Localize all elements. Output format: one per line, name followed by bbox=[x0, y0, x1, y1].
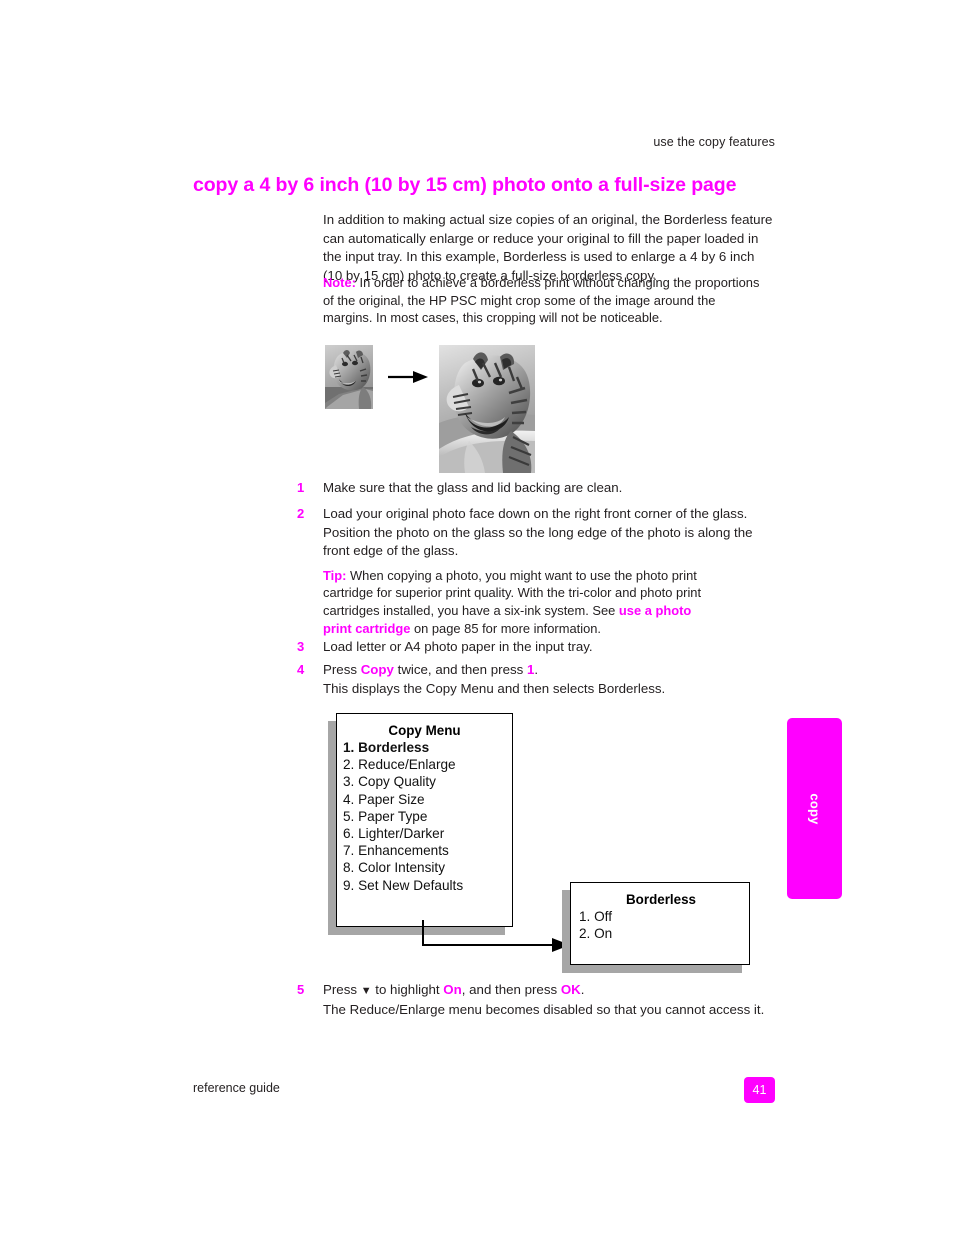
step-5-text-4: . bbox=[580, 982, 585, 997]
copy-menu-content: Copy Menu 1. Borderless 2. Reduce/Enlarg… bbox=[343, 722, 506, 894]
chapter-thumb-tab-label: copy bbox=[807, 792, 822, 825]
page-number-badge: 41 bbox=[744, 1077, 775, 1103]
step-4-text-2: twice, and then press bbox=[393, 662, 527, 677]
step-1-text: Make sure that the glass and lid backing… bbox=[323, 480, 623, 495]
down-arrow-icon: ▼ bbox=[360, 985, 372, 997]
tip-text-after-link: on page 85 for more information. bbox=[410, 620, 601, 636]
step-3-number: 3 bbox=[297, 639, 305, 654]
copy-menu-title: Copy Menu bbox=[388, 723, 461, 738]
page-title: copy a 4 by 6 inch (10 by 15 cm) photo o… bbox=[193, 174, 737, 197]
step-5-text-1: Press bbox=[323, 982, 361, 997]
tip-block: Tip: When copying a photo, you might wan… bbox=[323, 567, 723, 637]
copy-menu-item-copy-quality[interactable]: 3. Copy Quality bbox=[343, 773, 506, 790]
step-4-sub: This displays the Copy Menu and then sel… bbox=[323, 680, 666, 696]
note-text: In order to achieve a borderless print w… bbox=[323, 275, 760, 326]
step-3-text: Load letter or A4 photo paper in the inp… bbox=[323, 639, 593, 654]
step-2-text: Load your original photo face down on th… bbox=[323, 506, 753, 559]
copy-menu-item-paper-type[interactable]: 5. Paper Type bbox=[343, 808, 506, 825]
copy-button-emphasis: Copy bbox=[360, 662, 394, 677]
note-block: Note: In order to achieve a borderless p… bbox=[323, 274, 761, 327]
document-page: use the copy features copy a 4 by 6 inch… bbox=[0, 0, 954, 1235]
footer-guide-label: reference guide bbox=[193, 1081, 280, 1095]
step-1-number: 1 bbox=[297, 480, 305, 495]
step-4-body: Press Copy twice, and then press 1. This… bbox=[323, 661, 778, 698]
step-4-number: 4 bbox=[297, 662, 305, 677]
chapter-thumb-tab: copy bbox=[787, 718, 842, 899]
borderless-menu-title: Borderless bbox=[626, 892, 696, 907]
borderless-menu-box: Borderless 1. Off 2. On bbox=[570, 882, 750, 965]
borderless-item-on[interactable]: 2. On bbox=[579, 925, 743, 942]
copy-menu-item-color-intensity[interactable]: 8. Color Intensity bbox=[343, 859, 506, 876]
step-4-text-1: Press bbox=[323, 662, 361, 677]
tip-label: Tip: bbox=[323, 567, 347, 583]
step-2-body: Load your original photo face down on th… bbox=[323, 505, 778, 637]
step-4-text-3: . bbox=[534, 662, 539, 677]
copy-menu-item-set-new-defaults[interactable]: 9. Set New Defaults bbox=[343, 877, 506, 894]
copy-menu-item-borderless[interactable]: 1. Borderless bbox=[343, 739, 506, 756]
copy-menu-item-lighter-darker[interactable]: 6. Lighter/Darker bbox=[343, 825, 506, 842]
copy-menu-box: Copy Menu 1. Borderless 2. Reduce/Enlarg… bbox=[336, 713, 513, 927]
borderless-item-off[interactable]: 1. Off bbox=[579, 908, 743, 925]
step-5-text-3: , and then press bbox=[461, 982, 561, 997]
step-2-number: 2 bbox=[297, 506, 305, 521]
borderless-menu-content: Borderless 1. Off 2. On bbox=[579, 891, 743, 942]
copy-menu-item-reduce-enlarge[interactable]: 2. Reduce/Enlarge bbox=[343, 756, 506, 773]
source-photo-small bbox=[325, 345, 373, 409]
on-option-emphasis: On bbox=[443, 982, 462, 997]
ok-button-emphasis: OK bbox=[560, 982, 581, 997]
note-label: Note: bbox=[323, 275, 356, 290]
enlarge-arrow-icon bbox=[388, 370, 428, 384]
step-5-sub: The Reduce/Enlarge menu becomes disabled… bbox=[323, 1001, 765, 1017]
running-header: use the copy features bbox=[653, 135, 775, 149]
step-5-body: Press ▼ to highlight On, and then press … bbox=[323, 981, 778, 1019]
menu-flow-arrow-icon bbox=[400, 905, 580, 965]
copy-menu-item-paper-size[interactable]: 4. Paper Size bbox=[343, 791, 506, 808]
step-5-number: 5 bbox=[297, 982, 305, 997]
copy-menu-item-enhancements[interactable]: 7. Enhancements bbox=[343, 842, 506, 859]
result-photo-large bbox=[439, 345, 535, 473]
step-5-text-2: to highlight bbox=[371, 982, 444, 997]
